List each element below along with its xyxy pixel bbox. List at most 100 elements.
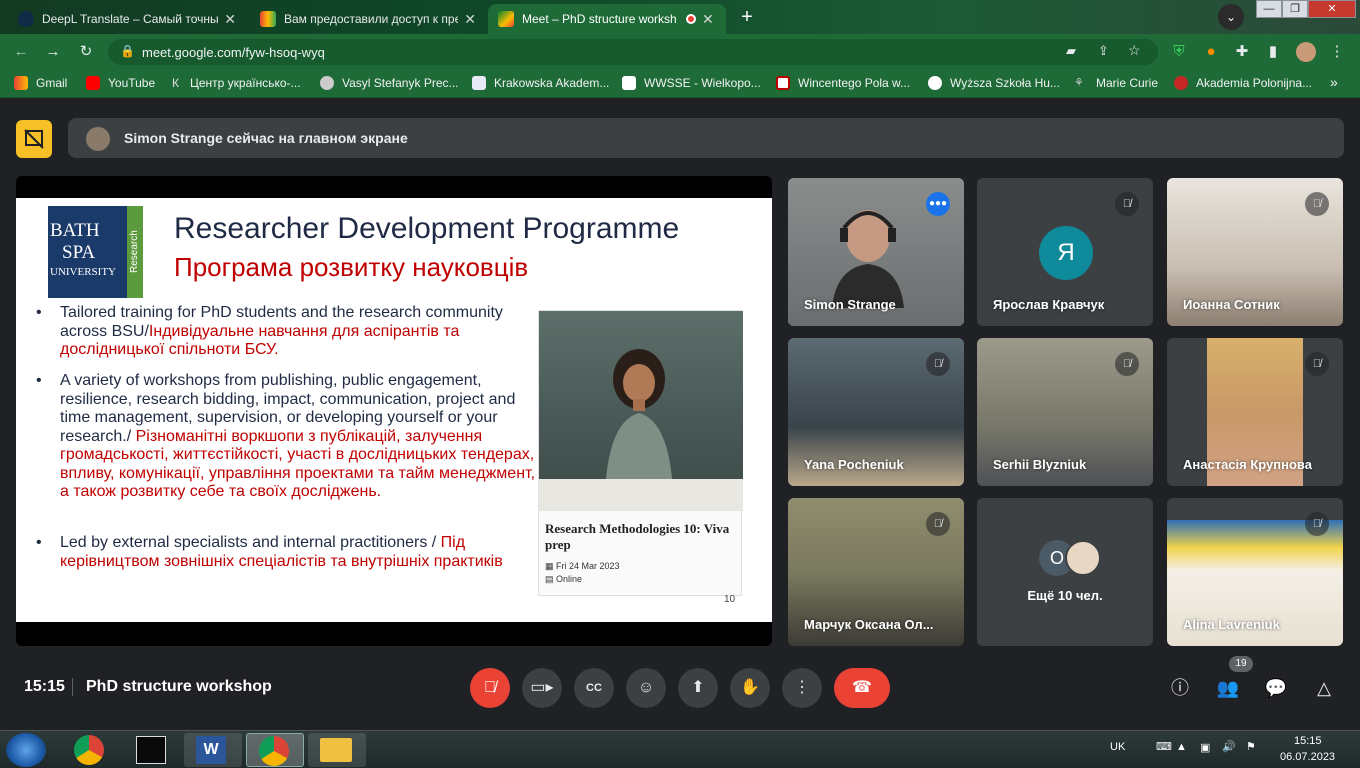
participant-tile-anastasiia[interactable]: 🎙̸ Анастасія Крупнова — [1167, 338, 1343, 486]
tab-search-chevron-icon[interactable]: ⌄ — [1218, 4, 1244, 30]
logo-research-label: Research — [127, 206, 143, 298]
address-bar[interactable]: 🔒 meet.google.com/fyw-hsoq-wyq ▰ ⇪ ☆ — [108, 39, 1158, 65]
chat-button[interactable]: 💬 — [1264, 676, 1288, 700]
meet-icon — [498, 11, 514, 27]
taskbar-date[interactable]: 06.07.2023 — [1280, 751, 1335, 763]
participant-tile-yaroslav[interactable]: Я 🎙̸ Ярослав Кравчук — [977, 178, 1153, 326]
taskbar-chrome-active[interactable] — [246, 733, 304, 767]
participant-tile-simon[interactable]: ●●● Simon Strange — [788, 178, 964, 326]
participant-tile-serhii[interactable]: 🎙̸ Serhii Blyzniuk — [977, 338, 1153, 486]
tab-deepl[interactable]: DeepL Translate – Самый точный ✕ — [8, 4, 246, 34]
participant-avatar: Я — [1039, 226, 1093, 280]
meet-window: Simon Strange сейчас на главном экране B… — [0, 98, 1360, 730]
profile-avatar[interactable] — [1296, 42, 1316, 62]
people-button[interactable]: 👥 — [1216, 676, 1240, 700]
bookmark-akademia-polonijna[interactable]: Akademia Polonijna... — [1174, 76, 1312, 90]
speaking-indicator-icon: ●●● — [926, 192, 950, 216]
bookmark-vasyl-stefanyk[interactable]: Vasyl Stefanyk Prec... — [320, 76, 459, 90]
bookmark-wyzsza-szkola[interactable]: Wyższa Szkoła Hu... — [928, 76, 1060, 90]
activities-button[interactable]: △ — [1312, 676, 1336, 700]
leave-call-button[interactable]: ☎ — [834, 668, 890, 708]
close-icon[interactable]: ✕ — [224, 11, 236, 28]
event-mode-text: Online — [556, 574, 583, 584]
mic-off-icon: 🎙̸ — [484, 679, 496, 696]
calendar-icon: ▦ — [545, 561, 557, 571]
tab-meet[interactable]: Meet – PhD structure worksh ✕ — [488, 4, 726, 34]
bookmark-youtube[interactable]: YouTube — [86, 76, 155, 90]
volume-icon[interactable]: 🔊 — [1222, 740, 1236, 753]
presentation-off-icon — [24, 129, 44, 149]
more-bookmarks-button[interactable]: » — [1330, 74, 1338, 90]
more-options-button[interactable]: ⋮ — [782, 668, 822, 708]
participant-name: Ярослав Кравчук — [993, 297, 1105, 312]
bullet-dot-icon: • — [36, 534, 42, 551]
mic-off-icon: 🎙̸ — [1305, 352, 1329, 376]
mic-toggle-button[interactable]: 🎙̸ — [470, 668, 510, 708]
taskbar-pdf[interactable] — [124, 733, 182, 767]
taskbar-explorer[interactable] — [308, 733, 366, 767]
reload-icon[interactable]: ↻ — [77, 43, 95, 61]
camera-toggle-button[interactable]: ▭▸ — [522, 668, 562, 708]
notification-icon[interactable]: ⚑ — [1246, 740, 1256, 753]
presentation-stage[interactable]: BATH SPA UNIVERSITY Research Researcher … — [16, 176, 772, 646]
chrome-icon — [74, 735, 104, 765]
language-indicator[interactable]: UK — [1110, 741, 1125, 753]
logo-line: SPA — [62, 242, 96, 263]
participant-name: Simon Strange — [804, 297, 896, 312]
event-card-title: Research Methodologies 10: Viva prep — [545, 521, 730, 552]
menu-kebab-icon[interactable]: ⋮ — [1328, 43, 1346, 61]
tray-expand-icon[interactable]: ▲ — [1176, 741, 1187, 753]
bookmark-marie-curie[interactable]: ⚘ Marie Curie — [1074, 76, 1158, 90]
more-participants-label: Ещё 10 чел. — [1027, 588, 1103, 603]
mic-off-icon: 🎙̸ — [1115, 352, 1139, 376]
share-icon[interactable]: ⇪ — [1098, 43, 1109, 59]
puzzle-icon[interactable]: ✚ — [1233, 43, 1251, 61]
back-arrow-icon[interactable]: ← — [12, 43, 30, 61]
network-icon[interactable]: ▣ — [1200, 741, 1210, 754]
bookmark-krakowska[interactable]: Krakowska Akadem... — [472, 76, 609, 90]
bookmark-label: WWSSE - Wielkopo... — [644, 76, 761, 90]
participant-tile-alina[interactable]: 🎙̸ Alina Lavreniuk — [1167, 498, 1343, 646]
divider — [72, 678, 73, 696]
participant-tile-yana[interactable]: 🎙̸ Yana Pocheniuk — [788, 338, 964, 486]
bookmark-gmail[interactable]: Gmail — [14, 76, 67, 90]
participant-tile-ioanna[interactable]: 🎙̸ Иоанна Сотник — [1167, 178, 1343, 326]
taskbar-time[interactable]: 15:15 — [1294, 735, 1322, 747]
more-participants-tile[interactable]: О Ещё 10 чел. — [977, 498, 1153, 646]
minimize-button[interactable]: — — [1256, 0, 1282, 18]
new-tab-button[interactable]: + — [736, 6, 758, 28]
close-icon[interactable]: ✕ — [464, 11, 476, 28]
start-button[interactable] — [6, 733, 46, 767]
meeting-details-button[interactable]: ⓘ — [1168, 676, 1192, 700]
forward-arrow-icon[interactable]: → — [44, 43, 62, 61]
bookmark-wincentego[interactable]: Wincentego Pola w... — [776, 76, 910, 90]
input-method-icon[interactable]: ⌨ — [1156, 740, 1172, 753]
unpin-presentation-button[interactable] — [16, 120, 52, 158]
shield-extension-icon[interactable]: ⛨ — [1170, 43, 1188, 61]
present-screen-button[interactable]: ⬆ — [678, 668, 718, 708]
maximize-button[interactable]: ❐ — [1282, 0, 1308, 18]
bookmark-star-icon[interactable]: ☆ — [1128, 42, 1141, 59]
raise-hand-button[interactable]: ✋ — [730, 668, 770, 708]
bookmark-label: Wincentego Pola w... — [798, 76, 911, 90]
participant-tile-marchuk[interactable]: 🎙̸ Марчук Оксана Ол... — [788, 498, 964, 646]
slide-page-number: 10 — [724, 594, 736, 605]
participant-count-badge: 19 — [1229, 656, 1253, 672]
captions-button[interactable]: CC — [574, 668, 614, 708]
taskbar-chrome[interactable] — [62, 733, 120, 767]
browser-toolbar: ← → ↻ 🔒 meet.google.com/fyw-hsoq-wyq ▰ ⇪… — [0, 34, 1360, 70]
bookmark-wwsse[interactable]: WWSSE - Wielkopo... — [622, 76, 761, 90]
bookmark-centre[interactable]: К Центр українсько-... — [172, 76, 301, 90]
reactions-button[interactable]: ☺ — [626, 668, 666, 708]
word-icon: W — [196, 736, 226, 764]
tab-gmail[interactable]: Вам предоставили доступ к пре ✕ — [250, 4, 486, 34]
extension-icon[interactable]: ● — [1202, 43, 1220, 61]
close-window-button[interactable]: ✕ — [1308, 0, 1356, 18]
side-panel-icon[interactable]: ▮ — [1264, 43, 1282, 61]
mic-off-icon: 🎙̸ — [1115, 192, 1139, 216]
close-icon[interactable]: ✕ — [702, 11, 714, 28]
event-photo — [539, 311, 743, 511]
camera-indicator-icon[interactable]: ▰ — [1066, 43, 1076, 59]
taskbar-word[interactable]: W — [184, 733, 242, 767]
presenter-banner: Simon Strange сейчас на главном экране — [68, 118, 1344, 158]
